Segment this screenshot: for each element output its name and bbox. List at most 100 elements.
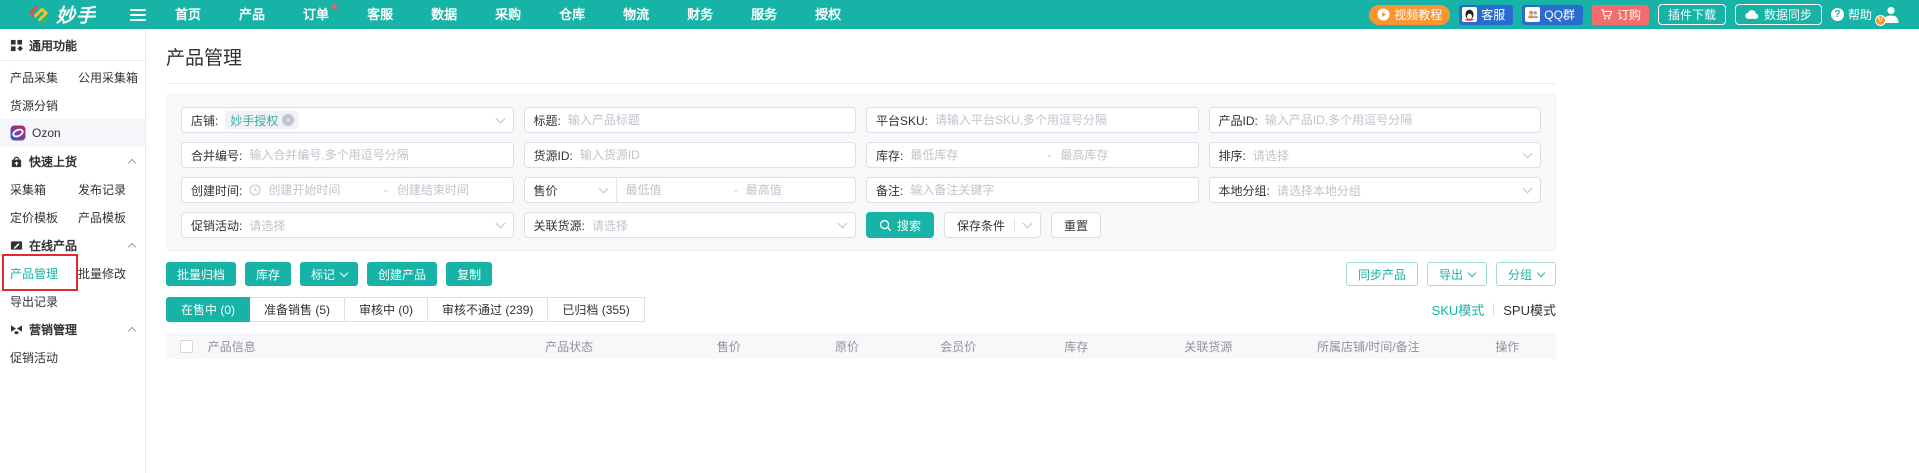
stock-min-input[interactable] <box>910 148 1038 162</box>
export-button[interactable]: 导出 <box>1427 262 1487 286</box>
sidebar-item-promotion[interactable]: 促销活动 <box>0 343 145 371</box>
sidebar-item-export-records[interactable]: 导出记录 <box>0 287 145 315</box>
price-type-select[interactable]: 售价 <box>524 177 616 203</box>
tab-archived[interactable]: 已归档 (355) <box>547 297 644 322</box>
sidebar-row: 产品采集 公用采集箱 <box>0 63 145 91</box>
stock-button[interactable]: 库存 <box>245 262 291 286</box>
source-id-filter-input[interactable] <box>580 148 846 162</box>
shop-filter-select[interactable]: 店铺: 妙手授权 <box>181 107 514 133</box>
sidebar-section-ozon[interactable]: Ozon <box>0 119 145 147</box>
nav-finance[interactable]: 财务 <box>668 0 732 29</box>
create-product-button[interactable]: 创建产品 <box>367 262 437 286</box>
nav-data[interactable]: 数据 <box>412 0 476 29</box>
search-button[interactable]: 搜索 <box>866 212 934 238</box>
nav-warehouse[interactable]: 仓库 <box>540 0 604 29</box>
nav-service[interactable]: 服务 <box>732 0 796 29</box>
range-separator: - <box>1045 148 1053 162</box>
help-label: 帮助 <box>1848 6 1872 23</box>
sidebar-item-publish-records[interactable]: 发布记录 <box>78 181 145 198</box>
group-label: 分组 <box>1508 266 1532 283</box>
sidebar-item-batch-modify[interactable]: 批量修改 <box>78 265 145 282</box>
column-original-price: 原价 <box>791 338 902 355</box>
price-max-input[interactable] <box>746 183 846 197</box>
menu-toggle-icon[interactable] <box>130 9 146 21</box>
sidebar-section-ozon-label: Ozon <box>32 126 61 140</box>
customer-service-button[interactable]: 客服 <box>1459 5 1513 25</box>
sidebar-item-product-management-label: 产品管理 <box>10 267 58 281</box>
chevron-up-icon[interactable] <box>128 158 136 166</box>
nav-logistics[interactable]: 物流 <box>604 0 668 29</box>
platform-sku-filter-input[interactable] <box>935 113 1188 127</box>
sidebar-section-general[interactable]: 通用功能 <box>0 31 145 61</box>
chevron-up-icon[interactable] <box>128 242 136 250</box>
nav-order[interactable]: 订单 <box>284 0 348 29</box>
sidebar-item-product-management[interactable]: 产品管理 <box>10 265 78 282</box>
mark-button[interactable]: 标记 <box>300 262 358 286</box>
sort-filter-select[interactable]: 排序: 请选择 <box>1209 142 1542 168</box>
save-condition-button[interactable]: 保存条件 <box>944 212 1041 238</box>
remark-filter-input[interactable] <box>910 183 1188 197</box>
batch-archive-button[interactable]: 批量归档 <box>166 262 236 286</box>
nav-customer-service[interactable]: 客服 <box>348 0 412 29</box>
tab-under-review[interactable]: 审核中 (0) <box>344 297 428 322</box>
product-id-filter-input[interactable] <box>1265 113 1531 127</box>
sidebar-item-product-collect[interactable]: 产品采集 <box>10 69 78 86</box>
promotion-filter-select[interactable]: 促销活动: 请选择 <box>181 212 514 238</box>
reset-button[interactable]: 重置 <box>1051 212 1101 238</box>
sidebar-section-online-products[interactable]: 在线产品 <box>0 231 145 259</box>
local-group-filter-select[interactable]: 本地分组: 请选择本地分组 <box>1209 177 1542 203</box>
plugin-download-button[interactable]: 插件下载 <box>1658 4 1726 25</box>
nav-home[interactable]: 首页 <box>156 0 220 29</box>
question-mark-icon: ? <box>1831 8 1844 21</box>
help-button[interactable]: ? 帮助 <box>1831 6 1872 23</box>
customer-service-label: 客服 <box>1481 6 1505 23</box>
select-all-checkbox[interactable] <box>180 340 193 353</box>
stock-max-input[interactable] <box>1060 148 1188 162</box>
sidebar-item-supply-distribution[interactable]: 货源分销 <box>0 91 145 119</box>
tab-on-sale[interactable]: 在售中 (0) <box>166 297 250 322</box>
related-source-filter-select[interactable]: 关联货源: 请选择 <box>524 212 857 238</box>
tab-review-failed[interactable]: 审核不通过 (239) <box>427 297 548 322</box>
sidebar: 通用功能 产品采集 公用采集箱 货源分销 Ozon 快速上货 采集箱 发布记录 … <box>0 29 146 473</box>
sidebar-item-public-collect-box[interactable]: 公用采集箱 <box>78 69 145 86</box>
nav-purchase[interactable]: 采购 <box>476 0 540 29</box>
divider <box>1493 303 1494 316</box>
sidebar-section-quick-listing[interactable]: 快速上货 <box>0 147 145 175</box>
price-min-input[interactable] <box>626 183 726 197</box>
nav-product[interactable]: 产品 <box>220 0 284 29</box>
tab-ready-to-sell[interactable]: 准备销售 (5) <box>249 297 345 322</box>
user-avatar[interactable]: V <box>1881 4 1905 26</box>
video-tutorial-button[interactable]: 视频教程 <box>1369 5 1450 25</box>
title-filter-input[interactable] <box>568 113 846 127</box>
sidebar-item-pricing-template[interactable]: 定价模板 <box>10 209 78 226</box>
sidebar-item-collect-box[interactable]: 采集箱 <box>10 181 78 198</box>
title-filter-label: 标题: <box>534 112 561 129</box>
qq-group-button[interactable]: QQ群 <box>1522 5 1583 25</box>
cloud-icon <box>1745 9 1759 20</box>
sku-mode-toggle[interactable]: SKU模式 <box>1432 300 1485 319</box>
sort-filter-label: 排序: <box>1219 147 1246 164</box>
copy-button[interactable]: 复制 <box>446 262 492 286</box>
source-id-filter-label: 货源ID: <box>534 147 573 164</box>
order-purchase-button[interactable]: 订购 <box>1592 5 1649 25</box>
merge-no-filter-input[interactable] <box>249 148 503 162</box>
price-range-filter-field: 售价 - <box>524 177 857 203</box>
sidebar-item-product-template[interactable]: 产品模板 <box>78 209 145 226</box>
sync-product-button[interactable]: 同步产品 <box>1346 262 1418 286</box>
group-button[interactable]: 分组 <box>1496 262 1556 286</box>
sidebar-section-marketing-label: 营销管理 <box>29 321 77 338</box>
related-source-filter-label: 关联货源: <box>534 217 585 234</box>
nav-authorization[interactable]: 授权 <box>796 0 860 29</box>
order-purchase-label: 订购 <box>1617 6 1641 23</box>
create-end-input[interactable] <box>397 183 504 197</box>
create-start-input[interactable] <box>268 183 375 197</box>
data-sync-button[interactable]: 数据同步 <box>1735 4 1822 25</box>
close-icon[interactable] <box>282 114 294 126</box>
merge-no-filter-field: 合并编号: <box>181 142 514 168</box>
sidebar-section-general-label: 通用功能 <box>29 37 77 54</box>
chevron-up-icon[interactable] <box>128 326 136 334</box>
spu-mode-toggle[interactable]: SPU模式 <box>1503 300 1556 319</box>
sidebar-section-marketing[interactable]: 营销管理 <box>0 315 145 343</box>
app-logo[interactable]: 妙手 <box>28 1 96 28</box>
search-button-label: 搜索 <box>897 217 921 234</box>
